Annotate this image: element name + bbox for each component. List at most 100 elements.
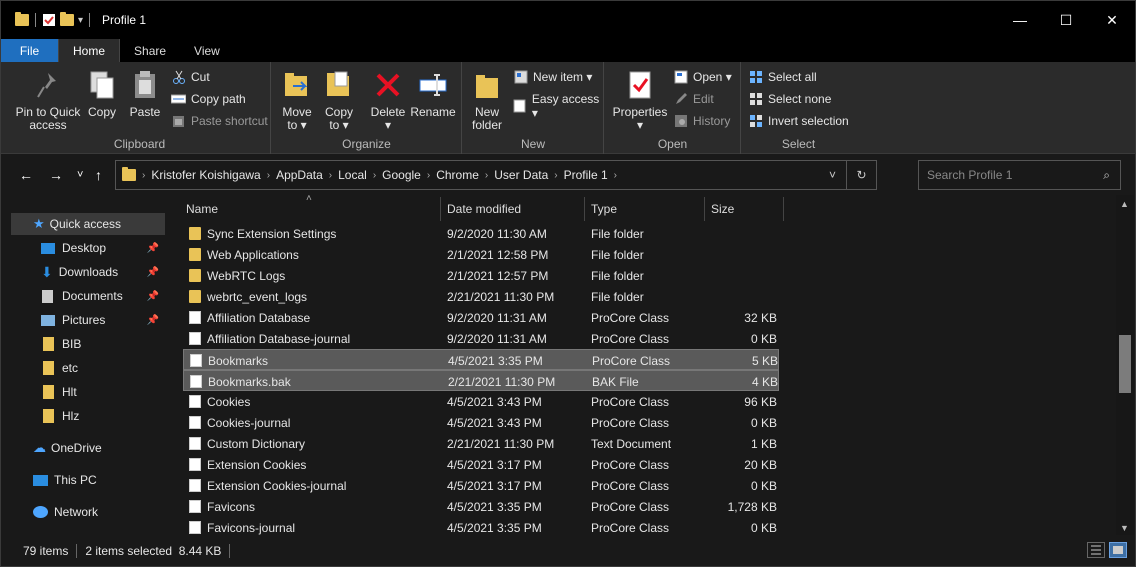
paste-button[interactable]: Paste — [125, 68, 165, 119]
back-button[interactable]: ← — [19, 167, 33, 183]
pin-icon[interactable]: 📌 — [147, 291, 159, 302]
column-header-type[interactable]: Type — [585, 197, 705, 221]
edit-button[interactable]: Edit — [673, 92, 714, 106]
copy-to-button[interactable]: Copy to ▾ — [318, 68, 360, 132]
delete-button[interactable]: Delete ▾ — [368, 68, 408, 132]
sidebar-item-network[interactable]: Network — [11, 501, 165, 523]
table-row[interactable]: Affiliation Database-journal 9/2/2020 11:… — [183, 328, 779, 349]
recent-locations-button[interactable]: ˅ — [77, 169, 83, 181]
table-row[interactable]: Bookmarks.bak 2/21/2021 11:30 PM BAK File 4… — [183, 370, 779, 391]
forward-button[interactable]: → — [49, 167, 63, 183]
tab-home[interactable]: Home — [58, 39, 121, 62]
easy-access-button[interactable]: Easy access ▾ — [513, 92, 603, 120]
search-icon[interactable]: ⌕ — [1103, 168, 1110, 183]
sidebar-item-quick-access[interactable]: ★ Quick access — [11, 213, 165, 235]
breadcrumb-item[interactable]: Profile 1 — [564, 168, 608, 182]
details-view-button[interactable] — [1087, 542, 1105, 558]
large-icons-view-button[interactable] — [1109, 542, 1127, 558]
table-row[interactable]: Extension Cookies-journal 4/5/2021 3:17 P… — [183, 475, 779, 496]
cut-button[interactable]: Cut — [171, 70, 210, 84]
search-input[interactable]: Search Profile 1 — [927, 168, 1012, 182]
tab-view[interactable]: View — [180, 39, 234, 62]
breadcrumb-chevron-icon[interactable]: › — [614, 170, 617, 181]
breadcrumb-item[interactable]: Kristofer Koishigawa — [151, 168, 260, 182]
address-dropdown-icon[interactable]: ˅ — [829, 168, 836, 182]
sidebar-item-onedrive[interactable]: ☁ OneDrive — [11, 437, 165, 459]
table-row[interactable]: Bookmarks 4/5/2021 3:35 PM ProCore Class 5 … — [183, 349, 779, 370]
rename-button[interactable]: Rename — [410, 68, 456, 119]
table-row[interactable]: webrtc_event_logs 2/21/2021 11:30 PM File … — [183, 286, 779, 307]
sidebar-item-this-pc[interactable]: This PC — [11, 469, 165, 491]
table-row[interactable]: Favicons 4/5/2021 3:35 PM ProCore Class 1,7… — [183, 496, 779, 517]
tab-share[interactable]: Share — [120, 39, 180, 62]
copy-path-button[interactable]: Copy path — [171, 92, 246, 106]
properties-icon[interactable] — [42, 13, 56, 27]
select-all-button[interactable]: Select all — [748, 70, 817, 84]
table-row[interactable]: WebRTC Logs 2/1/2021 12:57 PM File folder — [183, 265, 779, 286]
scrollbar-thumb[interactable] — [1119, 335, 1131, 393]
breadcrumb-chevron-icon[interactable]: › — [267, 170, 270, 181]
table-row[interactable]: Sync Extension Settings 9/2/2020 11:30 AM… — [183, 223, 779, 244]
column-header-date[interactable]: Date modified — [441, 197, 585, 221]
file-name: Extension Cookies — [207, 457, 307, 472]
close-button[interactable]: ✕ — [1089, 1, 1135, 39]
breadcrumb-chevron-icon[interactable]: › — [427, 170, 430, 181]
breadcrumb-item[interactable]: Chrome — [436, 168, 479, 182]
up-button[interactable]: ↑ — [95, 167, 102, 183]
table-row[interactable]: Custom Dictionary 2/21/2021 11:30 PM Text … — [183, 433, 779, 454]
breadcrumb-chevron-icon[interactable]: › — [142, 170, 145, 181]
sidebar-item-hlt[interactable]: Hlt — [11, 381, 165, 403]
column-header-name[interactable]: Name — [180, 197, 441, 221]
pin-to-quick-access-button[interactable]: Pin to Quick access — [13, 68, 83, 132]
folder-icon[interactable] — [15, 12, 29, 26]
sidebar-item-downloads[interactable]: ⬇ Downloads 📌 — [11, 261, 165, 283]
breadcrumb-item[interactable]: Google — [382, 168, 421, 182]
pin-icon[interactable]: 📌 — [147, 243, 159, 254]
breadcrumb-item[interactable]: Local — [338, 168, 367, 182]
maximize-button[interactable]: ☐ — [1043, 1, 1089, 39]
new-folder-button[interactable]: New folder — [465, 68, 509, 132]
sidebar-item-desktop[interactable]: Desktop 📌 — [11, 237, 165, 259]
pin-icon[interactable]: 📌 — [147, 315, 159, 326]
sidebar-item-etc[interactable]: etc — [11, 357, 165, 379]
refresh-icon[interactable]: ↻ — [846, 161, 876, 189]
breadcrumb-chevron-icon[interactable]: › — [329, 170, 332, 181]
scroll-down-icon[interactable]: ▼ — [1120, 523, 1129, 533]
breadcrumb-chevron-icon[interactable]: › — [485, 170, 488, 181]
status-bar: 79 items 2 items selected 8.44 KB — [1, 535, 1135, 566]
scroll-up-icon[interactable]: ▲ — [1120, 199, 1129, 209]
table-row[interactable]: Affiliation Database 9/2/2020 11:31 AM Pro… — [183, 307, 779, 328]
sidebar-item-documents[interactable]: Documents 📌 — [11, 285, 165, 307]
pin-icon[interactable]: 📌 — [147, 267, 159, 278]
move-to-button[interactable]: Move to ▾ — [276, 68, 318, 132]
sidebar-item-hlz[interactable]: Hlz — [11, 405, 165, 427]
breadcrumb-item[interactable]: AppData — [276, 168, 323, 182]
minimize-button[interactable]: — — [997, 1, 1043, 39]
properties-button[interactable]: Properties ▾ — [609, 68, 671, 132]
customize-toolbar-icon[interactable]: ▾ — [78, 15, 83, 26]
table-row[interactable]: Cookies 4/5/2021 3:43 PM ProCore Class 96 K… — [183, 391, 779, 412]
select-none-button[interactable]: Select none — [748, 92, 831, 106]
invert-selection-button[interactable]: Invert selection — [748, 114, 849, 128]
paste-shortcut-button[interactable]: Paste shortcut — [171, 114, 268, 128]
selection-info: 2 items selected 8.44 KB — [85, 543, 222, 558]
breadcrumb-chevron-icon[interactable]: › — [373, 170, 376, 181]
tab-file[interactable]: File — [1, 39, 58, 62]
table-row[interactable]: Cookies-journal 4/5/2021 3:43 PM ProCore C… — [183, 412, 779, 433]
vertical-scrollbar[interactable]: ▲ ▼ — [1116, 195, 1134, 535]
table-row[interactable]: Web Applications 2/1/2021 12:58 PM File fo… — [183, 244, 779, 265]
open-button[interactable]: Open ▾ — [673, 70, 732, 84]
address-bar[interactable]: › Kristofer Koishigawa › AppData › Local… — [115, 160, 877, 190]
select-group: Select all Select none Invert selection … — [742, 62, 855, 154]
sidebar-item-pictures[interactable]: Pictures 📌 — [11, 309, 165, 331]
history-button[interactable]: History — [673, 114, 730, 128]
column-header-size[interactable]: Size — [705, 197, 784, 221]
new-item-button[interactable]: New item ▾ — [513, 70, 592, 84]
table-row[interactable]: Extension Cookies 4/5/2021 3:17 PM ProCore… — [183, 454, 779, 475]
breadcrumb-item[interactable]: User Data — [494, 168, 548, 182]
new-folder-icon[interactable] — [60, 12, 74, 26]
breadcrumb-chevron-icon[interactable]: › — [554, 170, 557, 181]
sidebar-item-bib[interactable]: BIB — [11, 333, 165, 355]
copy-button[interactable]: Copy — [83, 68, 121, 119]
search-box[interactable]: Search Profile 1 ⌕ — [918, 160, 1121, 190]
